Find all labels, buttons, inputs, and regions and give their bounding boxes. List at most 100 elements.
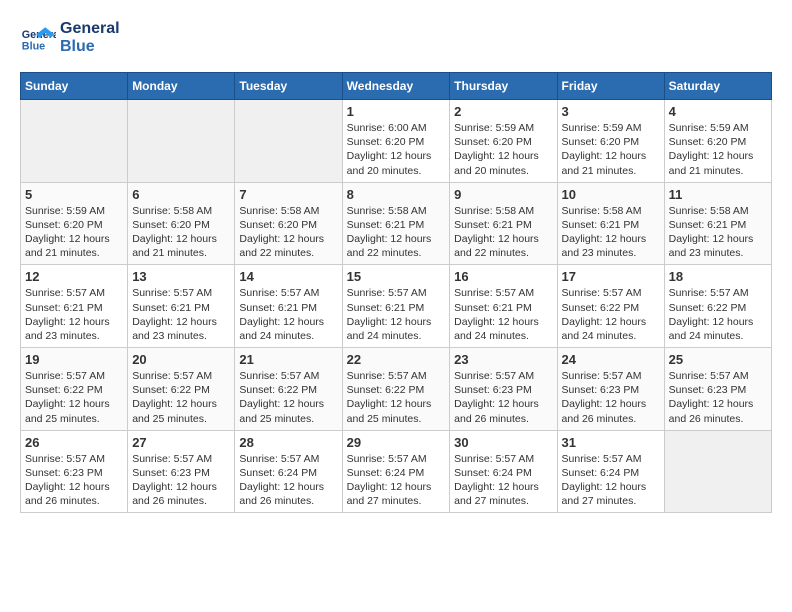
calendar-cell: 30 Sunrise: 5:57 AMSunset: 6:24 PMDayligh… xyxy=(450,430,557,513)
day-number: 16 xyxy=(454,269,552,284)
calendar-cell: 7 Sunrise: 5:58 AMSunset: 6:20 PMDaylight… xyxy=(235,182,342,265)
weekday-header: Monday xyxy=(128,73,235,100)
calendar-cell: 29Sunrise: 5:57 AMSunset: 6:24 PMDayligh… xyxy=(342,430,450,513)
weekday-header: Thursday xyxy=(450,73,557,100)
day-number: 4 xyxy=(669,104,767,119)
day-number: 27 xyxy=(132,435,230,450)
day-number: 2 xyxy=(454,104,552,119)
calendar-week-row: 12 Sunrise: 5:57 AMSunset: 6:21 PMDayligh… xyxy=(21,265,772,348)
calendar-week-row: 1 Sunrise: 6:00 AMSunset: 6:20 PMDaylight… xyxy=(21,100,772,183)
day-info: Sunrise: 5:57 AMSunset: 6:22 PMDaylight:… xyxy=(669,286,767,343)
day-number: 12 xyxy=(25,269,123,284)
day-number: 14 xyxy=(239,269,337,284)
day-info: Sunrise: 5:58 AMSunset: 6:21 PMDaylight:… xyxy=(669,204,767,261)
day-info: Sunrise: 5:57 AMSunset: 6:22 PMDaylight:… xyxy=(562,286,660,343)
calendar-week-row: 19 Sunrise: 5:57 AMSunset: 6:22 PMDayligh… xyxy=(21,348,772,431)
weekday-header: Sunday xyxy=(21,73,128,100)
day-info: Sunrise: 5:57 AMSunset: 6:24 PMDaylight:… xyxy=(562,452,660,509)
day-info: Sunrise: 5:57 AMSunset: 6:22 PMDaylight:… xyxy=(132,369,230,426)
svg-text:Blue: Blue xyxy=(22,41,45,53)
day-info: Sunrise: 5:57 AMSunset: 6:21 PMDaylight:… xyxy=(25,286,123,343)
calendar-cell: 5 Sunrise: 5:59 AMSunset: 6:20 PMDaylight… xyxy=(21,182,128,265)
weekday-header: Saturday xyxy=(664,73,771,100)
calendar-cell: 27 Sunrise: 5:57 AMSunset: 6:23 PMDayligh… xyxy=(128,430,235,513)
day-info: Sunrise: 5:57 AMSunset: 6:22 PMDaylight:… xyxy=(347,369,446,426)
calendar-cell: 20 Sunrise: 5:57 AMSunset: 6:22 PMDayligh… xyxy=(128,348,235,431)
calendar-cell: 22 Sunrise: 5:57 AMSunset: 6:22 PMDayligh… xyxy=(342,348,450,431)
calendar-cell xyxy=(235,100,342,183)
day-info: Sunrise: 5:59 AMSunset: 6:20 PMDaylight:… xyxy=(562,121,660,178)
calendar-cell: 16 Sunrise: 5:57 AMSunset: 6:21 PMDayligh… xyxy=(450,265,557,348)
day-number: 10 xyxy=(562,187,660,202)
day-info: Sunrise: 5:59 AMSunset: 6:20 PMDaylight:… xyxy=(454,121,552,178)
day-info: Sunrise: 5:57 AMSunset: 6:21 PMDaylight:… xyxy=(239,286,337,343)
day-info: Sunrise: 5:57 AMSunset: 6:21 PMDaylight:… xyxy=(454,286,552,343)
calendar-cell: 21Sunrise: 5:57 AMSunset: 6:22 PMDayligh… xyxy=(235,348,342,431)
day-number: 28 xyxy=(239,435,337,450)
logo-general: General xyxy=(60,20,120,38)
day-number: 29 xyxy=(347,435,446,450)
calendar-cell: 19Sunrise: 5:57 AMSunset: 6:22 PMDayligh… xyxy=(21,348,128,431)
day-number: 6 xyxy=(132,187,230,202)
day-number: 3 xyxy=(562,104,660,119)
day-number: 23 xyxy=(454,352,552,367)
calendar-cell: 9Sunrise: 5:58 AMSunset: 6:21 PMDaylight… xyxy=(450,182,557,265)
calendar-week-row: 5 Sunrise: 5:59 AMSunset: 6:20 PMDaylight… xyxy=(21,182,772,265)
day-info: Sunrise: 5:57 AMSunset: 6:23 PMDaylight:… xyxy=(454,369,552,426)
calendar-cell xyxy=(21,100,128,183)
calendar-cell xyxy=(128,100,235,183)
day-info: Sunrise: 5:58 AMSunset: 6:20 PMDaylight:… xyxy=(132,204,230,261)
day-info: Sunrise: 5:57 AMSunset: 6:24 PMDaylight:… xyxy=(454,452,552,509)
day-number: 8 xyxy=(347,187,446,202)
day-number: 22 xyxy=(347,352,446,367)
day-info: Sunrise: 5:57 AMSunset: 6:23 PMDaylight:… xyxy=(562,369,660,426)
calendar-cell: 13Sunrise: 5:57 AMSunset: 6:21 PMDayligh… xyxy=(128,265,235,348)
day-number: 9 xyxy=(454,187,552,202)
day-number: 25 xyxy=(669,352,767,367)
weekday-header: Friday xyxy=(557,73,664,100)
day-info: Sunrise: 5:57 AMSunset: 6:23 PMDaylight:… xyxy=(132,452,230,509)
day-info: Sunrise: 5:59 AMSunset: 6:20 PMDaylight:… xyxy=(669,121,767,178)
day-number: 13 xyxy=(132,269,230,284)
calendar-cell: 26 Sunrise: 5:57 AMSunset: 6:23 PMDayligh… xyxy=(21,430,128,513)
calendar-cell: 11Sunrise: 5:58 AMSunset: 6:21 PMDayligh… xyxy=(664,182,771,265)
day-number: 31 xyxy=(562,435,660,450)
page-header: General Blue General Blue xyxy=(20,20,772,56)
day-number: 26 xyxy=(25,435,123,450)
calendar-cell: 31 Sunrise: 5:57 AMSunset: 6:24 PMDayligh… xyxy=(557,430,664,513)
day-number: 19 xyxy=(25,352,123,367)
weekday-header: Wednesday xyxy=(342,73,450,100)
calendar-cell: 10 Sunrise: 5:58 AMSunset: 6:21 PMDayligh… xyxy=(557,182,664,265)
day-number: 1 xyxy=(347,104,446,119)
day-number: 15 xyxy=(347,269,446,284)
day-number: 30 xyxy=(454,435,552,450)
logo-blue: Blue xyxy=(60,38,120,56)
day-number: 7 xyxy=(239,187,337,202)
day-number: 18 xyxy=(669,269,767,284)
weekday-header: Tuesday xyxy=(235,73,342,100)
day-info: Sunrise: 5:57 AMSunset: 6:23 PMDaylight:… xyxy=(25,452,123,509)
day-info: Sunrise: 6:00 AMSunset: 6:20 PMDaylight:… xyxy=(347,121,446,178)
calendar-cell: 3 Sunrise: 5:59 AMSunset: 6:20 PMDaylight… xyxy=(557,100,664,183)
day-number: 20 xyxy=(132,352,230,367)
calendar-cell xyxy=(664,430,771,513)
day-info: Sunrise: 5:57 AMSunset: 6:23 PMDaylight:… xyxy=(669,369,767,426)
calendar-cell: 14 Sunrise: 5:57 AMSunset: 6:21 PMDayligh… xyxy=(235,265,342,348)
calendar-header-row: SundayMondayTuesdayWednesdayThursdayFrid… xyxy=(21,73,772,100)
calendar-cell: 23 Sunrise: 5:57 AMSunset: 6:23 PMDayligh… xyxy=(450,348,557,431)
day-number: 5 xyxy=(25,187,123,202)
calendar-cell: 25 Sunrise: 5:57 AMSunset: 6:23 PMDayligh… xyxy=(664,348,771,431)
calendar-cell: 18 Sunrise: 5:57 AMSunset: 6:22 PMDayligh… xyxy=(664,265,771,348)
day-info: Sunrise: 5:58 AMSunset: 6:21 PMDaylight:… xyxy=(347,204,446,261)
day-info: Sunrise: 5:58 AMSunset: 6:20 PMDaylight:… xyxy=(239,204,337,261)
day-info: Sunrise: 5:57 AMSunset: 6:21 PMDaylight:… xyxy=(347,286,446,343)
logo-icon: General Blue xyxy=(20,20,56,56)
day-info: Sunrise: 5:57 AMSunset: 6:24 PMDaylight:… xyxy=(239,452,337,509)
day-info: Sunrise: 5:59 AMSunset: 6:20 PMDaylight:… xyxy=(25,204,123,261)
calendar-week-row: 26 Sunrise: 5:57 AMSunset: 6:23 PMDayligh… xyxy=(21,430,772,513)
day-info: Sunrise: 5:58 AMSunset: 6:21 PMDaylight:… xyxy=(562,204,660,261)
calendar-cell: 24Sunrise: 5:57 AMSunset: 6:23 PMDayligh… xyxy=(557,348,664,431)
calendar-table: SundayMondayTuesdayWednesdayThursdayFrid… xyxy=(20,72,772,513)
calendar-cell: 6 Sunrise: 5:58 AMSunset: 6:20 PMDaylight… xyxy=(128,182,235,265)
calendar-cell: 12 Sunrise: 5:57 AMSunset: 6:21 PMDayligh… xyxy=(21,265,128,348)
